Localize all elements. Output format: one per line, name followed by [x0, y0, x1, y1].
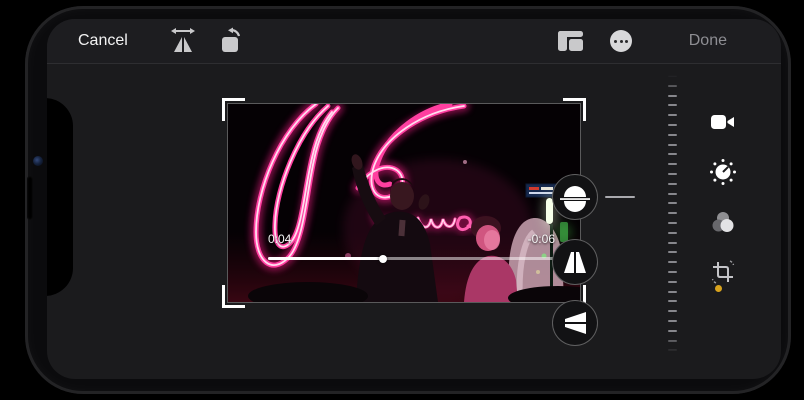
vertical-perspective-button[interactable]	[552, 239, 598, 285]
horizontal-perspective-icon	[561, 309, 589, 337]
straighten-icon	[560, 182, 590, 212]
edit-toolbar: Cancel	[47, 19, 781, 64]
crop-handle-bottom-left[interactable]	[222, 285, 245, 308]
scrubber-track[interactable]	[268, 257, 555, 260]
video-frame-image	[228, 104, 580, 302]
done-button[interactable]: Done	[689, 31, 727, 51]
adjust-dial-icon	[709, 158, 737, 186]
filters-icon	[710, 210, 736, 234]
aspect-ratio-button[interactable]	[552, 24, 588, 58]
crop-rotate-icon	[709, 258, 737, 286]
screen: Cancel	[47, 19, 781, 379]
elapsed-time: 0:04	[268, 232, 291, 246]
dial-indicator-line	[605, 196, 635, 198]
straighten-button[interactable]	[552, 174, 598, 220]
tab-filters[interactable]	[706, 205, 740, 239]
crop-handle-top-left[interactable]	[222, 98, 245, 121]
video-camera-icon	[711, 113, 735, 131]
rotate-counterclockwise-icon	[218, 27, 246, 55]
horizontal-perspective-button[interactable]	[552, 300, 598, 346]
notch	[47, 98, 73, 296]
crop-edited-badge	[715, 285, 722, 292]
more-options-button[interactable]	[603, 24, 639, 58]
tab-crop[interactable]	[706, 255, 740, 289]
iphone-frame: Cancel	[25, 6, 791, 394]
tab-adjust[interactable]	[706, 155, 740, 189]
straighten-dial-ticks[interactable]	[667, 75, 678, 353]
tab-video[interactable]	[706, 105, 740, 139]
aspect-ratio-icon	[557, 30, 584, 52]
vertical-perspective-icon	[561, 248, 589, 276]
scrubber-thumb[interactable]	[379, 255, 387, 263]
video-crop-preview[interactable]: 0:04 -0:06	[228, 104, 580, 302]
earpiece-speaker	[27, 176, 33, 220]
ellipsis-icon	[610, 30, 632, 52]
rotate-button[interactable]	[214, 24, 250, 58]
crop-handle-top-right[interactable]	[563, 98, 586, 121]
front-camera	[33, 156, 43, 166]
scrubber-fill	[268, 257, 383, 260]
cancel-button[interactable]: Cancel	[78, 31, 128, 51]
flip-horizontal-button[interactable]	[165, 24, 201, 58]
remaining-time: -0:06	[528, 232, 555, 246]
flip-horizontal-icon	[168, 26, 198, 56]
